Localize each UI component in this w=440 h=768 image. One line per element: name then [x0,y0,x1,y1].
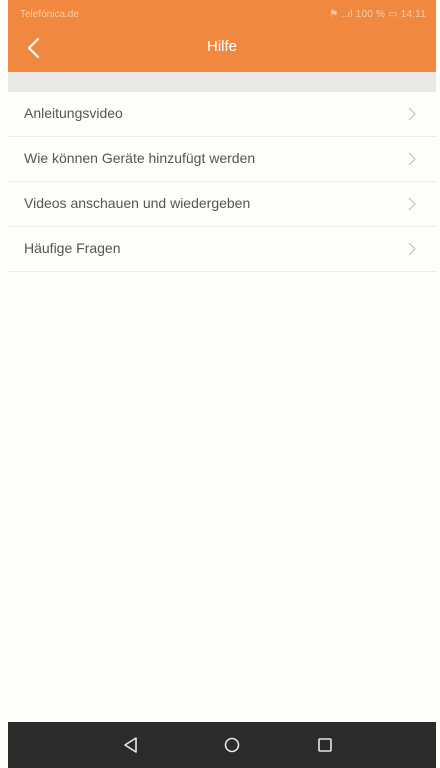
menu-item-faq[interactable]: Häufige Fragen [8,227,436,272]
triangle-back-icon [124,737,137,753]
system-navigation-bar [8,722,436,768]
menu-item-label: Videos anschauen und wiedergeben [24,195,251,211]
circle-home-icon [224,737,240,753]
nav-recents-button[interactable] [313,733,337,757]
section-divider [8,72,436,92]
phone-screen: Telefónica.de ⚑ ..ıl 100 % ▭ 14:11 Hilfe… [0,0,440,768]
help-menu: Anleitungsvideo Wie können Geräte hinzuf… [8,92,436,272]
page-title: Hilfe [206,38,237,55]
carrier-name: Telefónica.de [20,9,79,20]
menu-item-anleitungsvideo[interactable]: Anleitungsvideo [8,92,436,137]
chevron-right-icon [408,242,416,256]
status-bar: Telefónica.de ⚑ ..ıl 100 % ▭ 14:11 [8,0,436,24]
header: Hilfe [8,24,436,72]
chevron-right-icon [408,107,416,121]
menu-item-label: Häufige Fragen [24,240,121,256]
menu-item-videos-playback[interactable]: Videos anschauen und wiedergeben [8,182,436,227]
chevron-right-icon [408,152,416,166]
app-bar: Telefónica.de ⚑ ..ıl 100 % ▭ 14:11 Hilfe [8,0,436,72]
nav-home-button[interactable] [220,733,244,757]
menu-item-label: Wie können Geräte hinzufügt werden [24,150,256,166]
menu-item-label: Anleitungsvideo [24,105,123,121]
chevron-right-icon [408,197,416,211]
status-indicators: ⚑ ..ıl 100 % ▭ 14:11 [329,9,426,20]
menu-item-add-devices[interactable]: Wie können Geräte hinzufügt werden [8,137,436,182]
nav-back-button[interactable] [119,733,143,757]
square-recents-icon [318,738,332,752]
